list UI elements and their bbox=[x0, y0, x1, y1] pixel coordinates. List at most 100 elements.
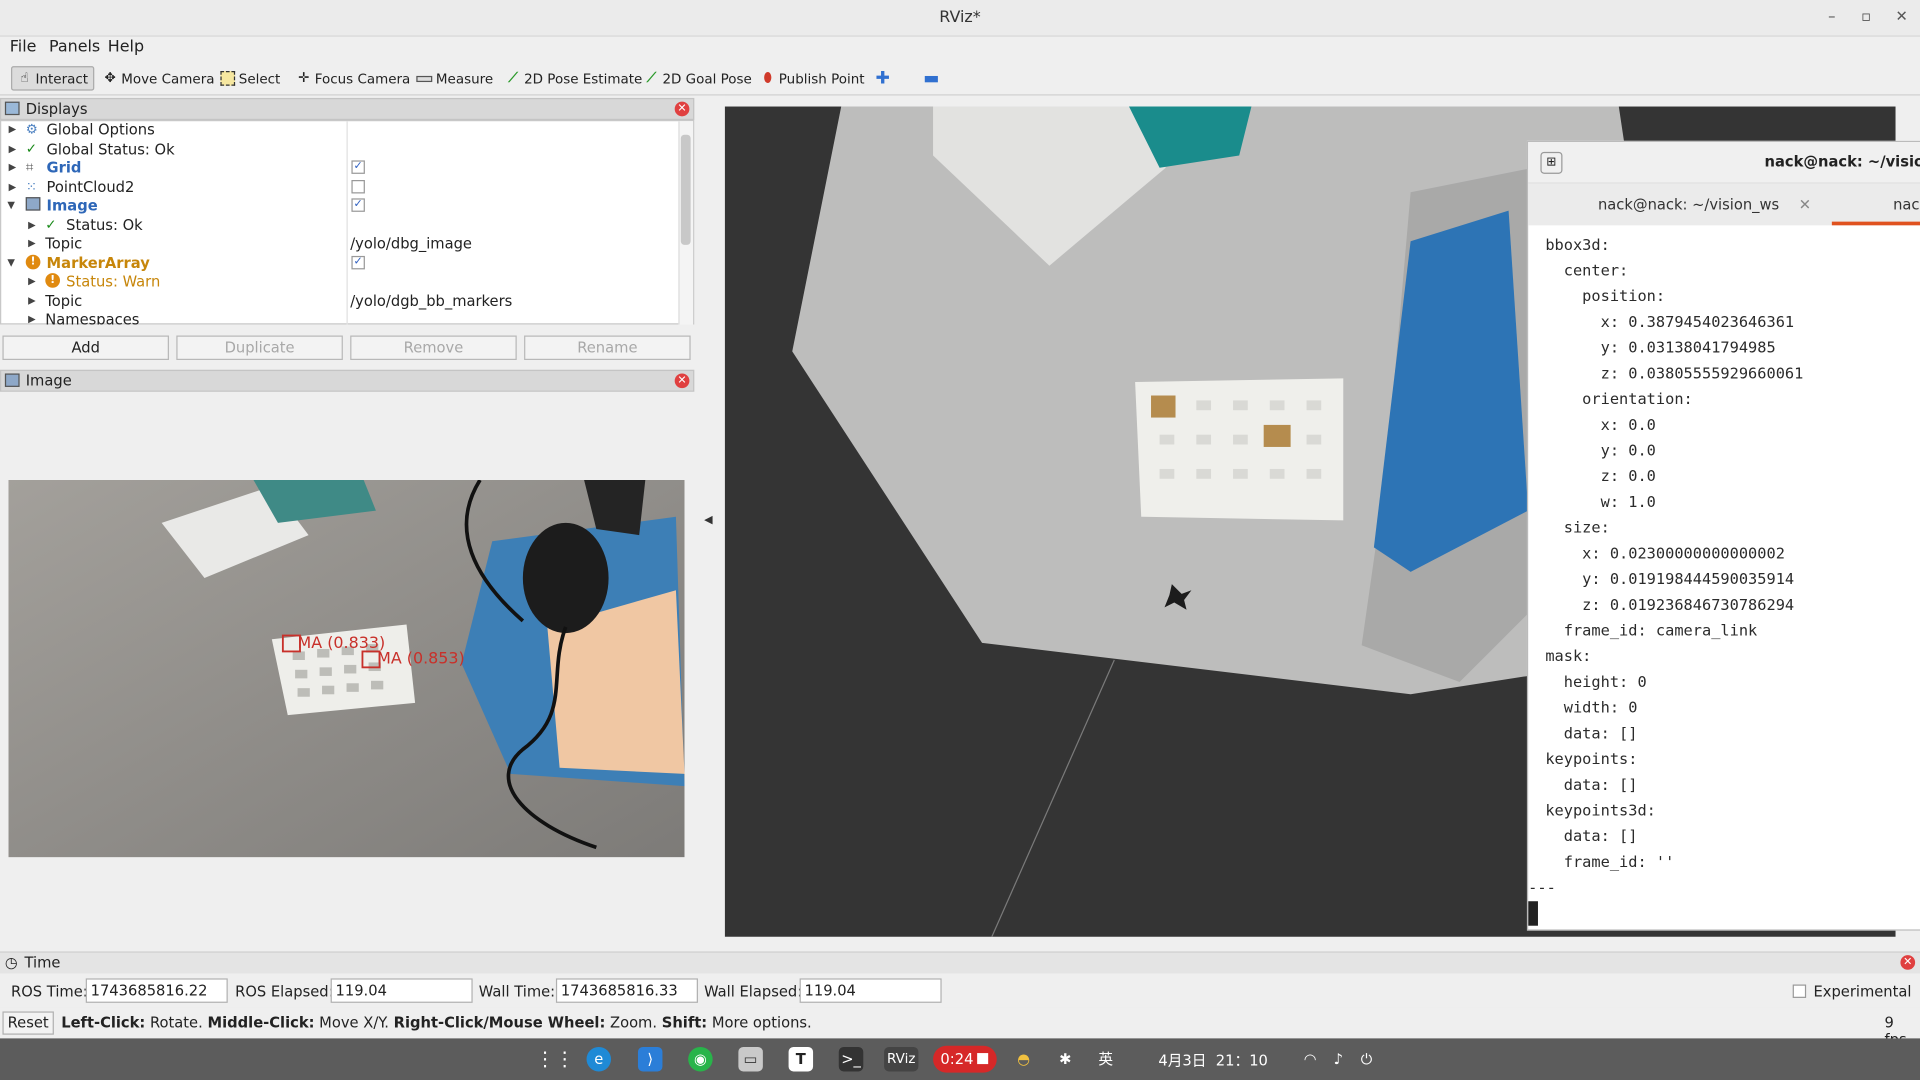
expand-arrow-icon[interactable]: ▶ bbox=[28, 276, 36, 287]
edge-browser-icon[interactable]: e bbox=[586, 1046, 612, 1072]
wall-elapsed-field[interactable]: 119.04 bbox=[799, 978, 942, 1003]
wall-elapsed-label: Wall Elapsed: bbox=[704, 983, 803, 1001]
ime-indicator[interactable]: 英 bbox=[1093, 1047, 1117, 1071]
stop-icon[interactable] bbox=[977, 1053, 989, 1065]
menu-panels[interactable]: Panels bbox=[49, 38, 100, 56]
add-button[interactable]: Add bbox=[2, 335, 169, 361]
move-camera-button[interactable]: ✥ Move Camera bbox=[98, 66, 219, 90]
experimental-checkbox[interactable] bbox=[1792, 984, 1807, 998]
terminal-window[interactable]: ⊞ nack@nack: ~/vision_w nack@nack: ~/vis… bbox=[1526, 140, 1920, 931]
vscode-icon[interactable]: ⟩ bbox=[637, 1046, 663, 1072]
minimize-icon[interactable]: – bbox=[1828, 7, 1835, 24]
app-grid-icon[interactable]: ⋮⋮ bbox=[535, 1047, 574, 1071]
publish-point-button[interactable]: ⬮ Publish Point bbox=[756, 66, 870, 90]
collapse-arrow-icon[interactable]: ▼ bbox=[7, 200, 15, 211]
tree-row-pointcloud2[interactable]: ▶ ⁙ PointCloud2 bbox=[1, 178, 681, 196]
pose-estimate-button[interactable]: ⟋ 2D Pose Estimate bbox=[501, 66, 647, 90]
tray-app-icon[interactable]: ◓ bbox=[1011, 1047, 1035, 1071]
detection-label: MA (0.833) bbox=[298, 633, 386, 652]
tab-close-icon[interactable]: ✕ bbox=[1799, 196, 1811, 213]
publish-point-label: Publish Point bbox=[778, 70, 865, 87]
focus-camera-button[interactable]: ✛ Focus Camera bbox=[291, 66, 415, 90]
goal-pose-button[interactable]: ⟋ 2D Goal Pose bbox=[639, 66, 757, 90]
tree-row-markerarray-status[interactable]: ▶ ! Status: Warn bbox=[1, 273, 681, 291]
rviz-taskbar-item[interactable]: RViz bbox=[884, 1046, 919, 1072]
wall-time-field[interactable]: 1743685816.33 bbox=[555, 978, 698, 1003]
terminal-tab[interactable]: nacl bbox=[1893, 196, 1920, 213]
close-panel-icon[interactable]: ✕ bbox=[1900, 955, 1916, 970]
measure-button[interactable]: Measure bbox=[411, 66, 498, 90]
tree-row-markerarray[interactable]: ▼ ! MarkerArray ✓ bbox=[1, 254, 681, 272]
interact-button[interactable]: ☝ Interact bbox=[11, 66, 95, 91]
rename-button[interactable]: Rename bbox=[524, 335, 691, 361]
terminal-tab[interactable]: nack@nack: ~/vision_ws bbox=[1598, 196, 1779, 213]
close-icon[interactable]: ✕ bbox=[1896, 7, 1908, 24]
terminal-line: frame_id: '' bbox=[1545, 852, 1675, 871]
new-tab-icon[interactable]: ⊞ bbox=[1540, 151, 1563, 174]
expand-arrow-icon[interactable]: ▶ bbox=[9, 162, 17, 173]
terminal-output[interactable]: bbox3d: center: position: x: 0.387945402… bbox=[1528, 228, 1920, 926]
tree-row-image-topic[interactable]: ▶ Topic /yolo/dbg_image bbox=[1, 235, 681, 253]
expand-arrow-icon[interactable]: ▶ bbox=[9, 143, 17, 154]
bluetooth-icon[interactable]: ✱ bbox=[1053, 1047, 1077, 1071]
volume-icon[interactable]: ♪ bbox=[1326, 1047, 1350, 1071]
ros-elapsed-field[interactable]: 119.04 bbox=[330, 978, 473, 1003]
terminal-line: z: 0.03805555929660061 bbox=[1545, 363, 1804, 383]
tree-row-image-status[interactable]: ▶ ✓ Status: Ok bbox=[1, 216, 681, 234]
grid-checkbox[interactable]: ✓ bbox=[351, 160, 365, 174]
expand-arrow-icon[interactable]: ▶ bbox=[28, 219, 36, 230]
marker-box bbox=[1151, 395, 1176, 418]
ros-time-field[interactable]: 1743685816.22 bbox=[85, 978, 228, 1003]
tree-row-namespaces[interactable]: ▶ Namespaces bbox=[1, 311, 681, 324]
menu-help[interactable]: Help bbox=[108, 38, 144, 56]
tree-row-markerarray-topic[interactable]: ▶ Topic /yolo/dgb_bb_markers bbox=[1, 292, 681, 310]
image-checkbox[interactable]: ✓ bbox=[351, 198, 365, 212]
recording-indicator[interactable]: 0:24 bbox=[933, 1045, 997, 1073]
duplicate-button[interactable]: Duplicate bbox=[176, 335, 343, 361]
scrollbar-thumb[interactable] bbox=[680, 134, 691, 245]
wechat-icon[interactable]: ◉ bbox=[688, 1046, 713, 1072]
topic-value[interactable]: /yolo/dbg_image bbox=[350, 235, 472, 252]
clock-icon: ◷ bbox=[4, 953, 18, 972]
expand-arrow-icon[interactable]: ▶ bbox=[28, 238, 36, 249]
maximize-icon[interactable]: ▫ bbox=[1861, 7, 1871, 24]
terminal-line: z: 0.0 bbox=[1545, 466, 1656, 485]
tree-row-image[interactable]: ▼ Image ✓ bbox=[1, 197, 681, 215]
typora-icon[interactable]: T bbox=[788, 1046, 814, 1072]
remove-tool-icon[interactable]: ▬ bbox=[918, 66, 944, 90]
menu-file[interactable]: File bbox=[10, 38, 37, 56]
close-panel-icon[interactable]: ✕ bbox=[674, 101, 690, 117]
add-tool-icon[interactable]: ✚ bbox=[871, 66, 895, 90]
remove-button[interactable]: Remove bbox=[350, 335, 517, 361]
expand-arrow-icon[interactable]: ▶ bbox=[28, 294, 36, 305]
terminal-line: keypoints3d: bbox=[1545, 800, 1656, 820]
power-icon[interactable]: ⏻ bbox=[1354, 1047, 1378, 1071]
reset-button[interactable]: Reset bbox=[2, 1011, 54, 1035]
middle-click-label: Middle-Click: bbox=[207, 1013, 315, 1032]
collapse-arrow-icon[interactable]: ▼ bbox=[7, 257, 15, 268]
pointcloud2-checkbox[interactable] bbox=[351, 179, 365, 193]
experimental-label: Experimental bbox=[1813, 983, 1912, 1001]
files-icon[interactable]: ▭ bbox=[738, 1046, 763, 1072]
wifi-icon[interactable]: ◠ bbox=[1298, 1047, 1322, 1071]
clock[interactable]: 4月3日 21：10 bbox=[1158, 1049, 1268, 1070]
tree-row-grid[interactable]: ▶ ⌗ Grid ✓ bbox=[1, 159, 681, 177]
middle-click-action: Move X/Y. bbox=[319, 1013, 389, 1032]
select-button[interactable]: Select bbox=[216, 66, 286, 90]
move-camera-label: Move Camera bbox=[121, 70, 215, 87]
markerarray-checkbox[interactable]: ✓ bbox=[351, 255, 365, 269]
tree-row-global-options[interactable]: ▶ ⚙ Global Options bbox=[1, 121, 681, 139]
expand-arrow-icon[interactable]: ▶ bbox=[9, 181, 17, 192]
window-title: RViz* bbox=[939, 8, 981, 27]
marker-box bbox=[1263, 424, 1291, 447]
terminal-line: x: 0.3879454023646361 bbox=[1545, 312, 1795, 331]
tree-row-global-status[interactable]: ▶ ✓ Global Status: Ok bbox=[1, 140, 681, 158]
terminal-icon[interactable]: >_ bbox=[838, 1046, 864, 1072]
image-panel-title: Image bbox=[25, 372, 72, 390]
topic-value[interactable]: /yolo/dgb_bb_markers bbox=[350, 292, 512, 309]
expand-arrow-icon[interactable]: ▶ bbox=[28, 313, 36, 324]
expand-arrow-icon[interactable]: ▶ bbox=[9, 124, 17, 135]
close-panel-icon[interactable]: ✕ bbox=[674, 373, 690, 389]
menubar: File Panels Help bbox=[0, 36, 1920, 59]
collapse-panel-arrow-icon[interactable]: ◀ bbox=[704, 514, 712, 526]
